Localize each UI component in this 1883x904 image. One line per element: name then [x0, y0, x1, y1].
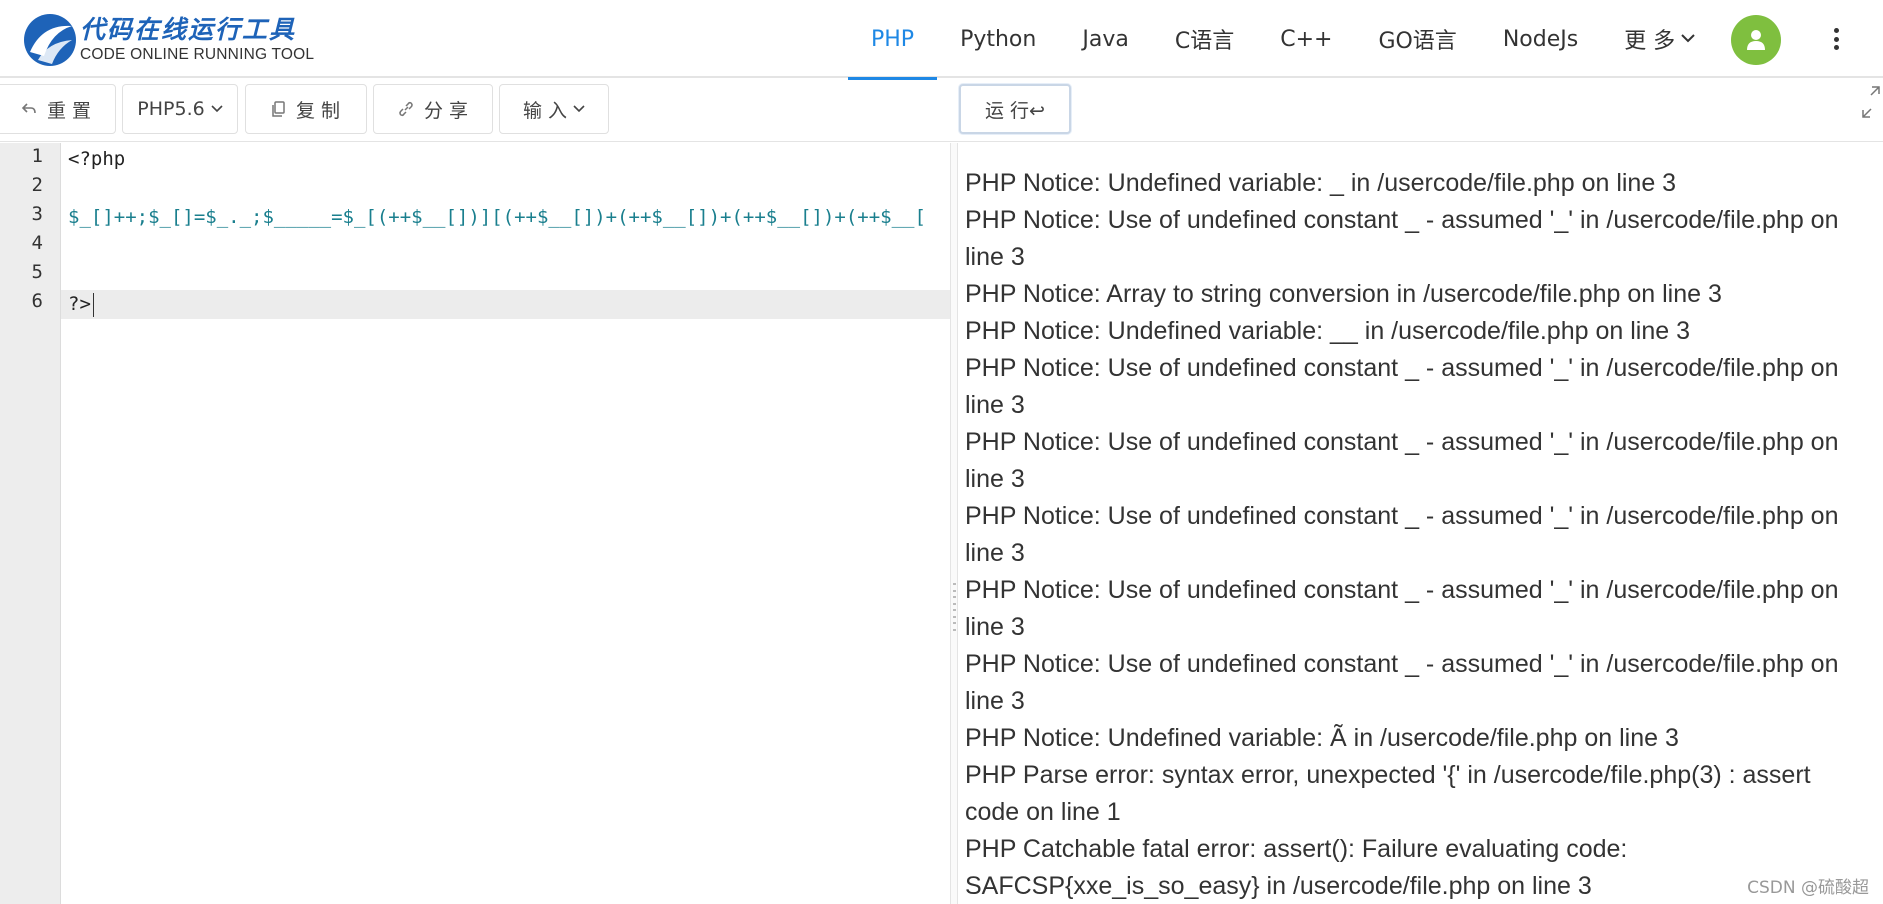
link-icon: [398, 101, 414, 117]
output-line: PHP Parse error: syntax error, unexpecte…: [965, 761, 1811, 826]
undo-icon: [21, 102, 37, 116]
chevron-down-icon: [211, 102, 223, 116]
nav-more-dropdown[interactable]: 更 多: [1601, 0, 1718, 78]
code-line-text: ?>: [68, 293, 91, 315]
line-number: 4: [31, 232, 43, 254]
code-line[interactable]: $_[]++;$_[]=$_._;$_____=$_[(++$__[])][(+…: [61, 203, 950, 232]
output-line: PHP Catchable fatal error: assert(): Fai…: [965, 835, 1628, 900]
pane-splitter[interactable]: [950, 143, 958, 904]
fullscreen-icon[interactable]: [1862, 86, 1880, 118]
output-line: PHP Notice: Undefined variable: __ in /u…: [965, 317, 1690, 345]
nav-item-nodejs[interactable]: NodeJs: [1480, 0, 1601, 78]
share-label: 分 享: [423, 99, 469, 122]
line-number: 3: [31, 203, 43, 225]
nav-item-java[interactable]: Java: [1059, 0, 1151, 78]
nav-more-label: 更 多: [1624, 29, 1676, 54]
chevron-down-icon: [1681, 31, 1695, 47]
line-number-gutter: 1 2 3 4 5 6: [0, 143, 61, 904]
nav-item-c[interactable]: C语言: [1152, 0, 1257, 78]
language-nav: PHP Python Java C语言 C++ GO语言 NodeJs 更 多: [848, 0, 1718, 80]
php-version-label: PHP5.6: [137, 98, 205, 120]
text-caret: [92, 292, 94, 317]
code-editor[interactable]: 1 2 3 4 5 6 <?php $_[]++;$_[]=$_._;$____…: [0, 143, 950, 904]
drag-handle-icon: [953, 583, 956, 631]
chevron-down-icon: [573, 102, 585, 116]
php-version-select[interactable]: PHP5.6: [122, 84, 238, 134]
line-number: 2: [31, 174, 43, 196]
run-label: 运 行↩: [985, 99, 1045, 122]
code-line[interactable]: [61, 232, 950, 261]
copy-button[interactable]: 复 制: [245, 84, 367, 134]
output-line: PHP Notice: Use of undefined constant _ …: [965, 650, 1839, 715]
output-panel: PHP Notice: Undefined variable: _ in /us…: [958, 143, 1883, 904]
input-label: 输 入: [522, 99, 568, 122]
code-line[interactable]: [61, 174, 950, 203]
line-number: 5: [31, 261, 43, 283]
output-line: PHP Notice: Undefined variable: _ in /us…: [965, 169, 1677, 197]
user-avatar[interactable]: [1731, 15, 1781, 65]
run-button[interactable]: 运 行↩: [959, 84, 1071, 134]
more-options-icon[interactable]: [1826, 24, 1846, 54]
reset-label: 重 置: [46, 99, 92, 122]
code-line-active[interactable]: ?>: [61, 290, 950, 319]
top-header: 代码在线运行工具 CODE ONLINE RUNNING TOOL PHP Py…: [0, 0, 1883, 80]
user-icon: [1747, 30, 1765, 50]
code-line[interactable]: <?php: [61, 145, 950, 174]
watermark: CSDN @硫酸超: [1747, 878, 1869, 898]
output-line: PHP Notice: Use of undefined constant _ …: [965, 354, 1839, 419]
logo-icon: [24, 14, 76, 66]
input-dropdown[interactable]: 输 入: [499, 84, 609, 134]
nav-item-php[interactable]: PHP: [848, 0, 938, 80]
output-line: PHP Notice: Undefined variable: Ã in /us…: [965, 724, 1679, 752]
share-button[interactable]: 分 享: [373, 84, 493, 134]
nav-item-cpp[interactable]: C++: [1257, 0, 1355, 78]
copy-label: 复 制: [295, 99, 341, 122]
output-line: PHP Notice: Use of undefined constant _ …: [965, 206, 1839, 271]
line-number: 1: [31, 145, 43, 167]
reset-button[interactable]: 重 置: [0, 84, 116, 134]
nav-item-go[interactable]: GO语言: [1355, 0, 1479, 78]
copy-icon: [272, 101, 286, 117]
output-line: PHP Notice: Array to string conversion i…: [965, 280, 1722, 308]
logo-subtitle: CODE ONLINE RUNNING TOOL: [80, 46, 315, 63]
editor-toolbar: 重 置 PHP5.6 复 制 分 享 输 入 运 行↩: [0, 80, 1883, 142]
line-number: 6: [31, 290, 43, 312]
nav-item-python[interactable]: Python: [937, 0, 1059, 78]
logo-title: 代码在线运行工具: [80, 15, 297, 44]
output-line: PHP Notice: Use of undefined constant _ …: [965, 576, 1839, 641]
output-line: PHP Notice: Use of undefined constant _ …: [965, 428, 1839, 493]
output-line: PHP Notice: Use of undefined constant _ …: [965, 502, 1839, 567]
site-logo[interactable]: 代码在线运行工具 CODE ONLINE RUNNING TOOL: [22, 12, 314, 68]
code-line[interactable]: [61, 261, 950, 290]
